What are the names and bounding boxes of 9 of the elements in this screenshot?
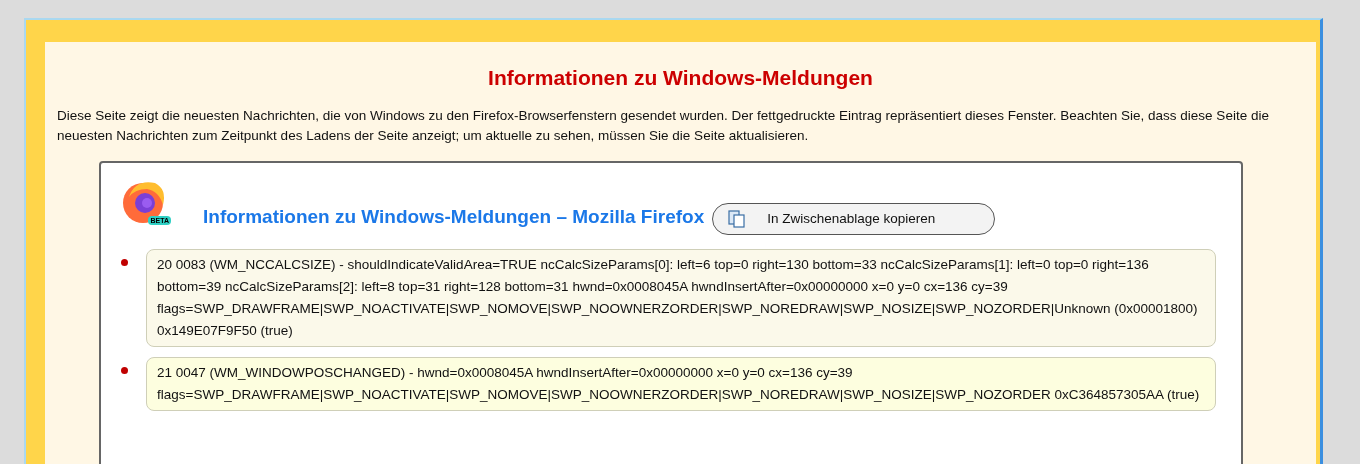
- copy-button[interactable]: In Zwischenablage kopieren: [712, 203, 996, 235]
- bullet-icon: [121, 367, 128, 374]
- bullet-icon: [121, 259, 128, 266]
- intro-paragraph: Diese Seite zeigt die neuesten Nachrichten, die von Windows zu den Firefox-Browserfenstern gesendet wurden. Der fettgedruckte Eintrag repräsentiert dieses Fenster. Beachten Sie, dass diese Seite die neuesten Nachrichten zum Zeitpunkt des Ladens der Seite anzeigt; um aktuelle zu sehen, müssen Sie die Seite aktualisieren.: [57, 107, 1270, 145]
- section-title: Informationen zu Windows-Meldungen – Mozilla Firefox: [203, 205, 705, 229]
- copy-icon: [727, 209, 748, 229]
- message-text: 21 0047 (WM_WINDOWPOSCHANGED) - hwnd=0x0008045A hwndInsertAfter=0x00000000 x=0 y=0 cx=136 cy=39 flags=SWP_DRAWFRAME|SWP_NOACTIVATE|SWP_NOMOVE|SWP_NOOWNERZORDER|SWP_NOREDRAW|SWP_NOSIZE|SWP_NOZORDER 0xC364857305AA (true): [157, 365, 1200, 402]
- message-text: 20 0083 (WM_NCCALCSIZE) - shouldIndicateValidArea=TRUE ncCalcSizeParams[0]: left=6 top=0 right=130 bottom=33 ncCalcSizeParams[1]: left=0 top=0 right=136 bottom=39 ncCalcSizeParams[2]: left=8 top=31 right=128 bottom=31 hwnd=0x0008045A hwndInsertAfter=0x00000000 x=0 y=0 cx=136 cy=39 flags=SWP_DRAWFRAME|SWP_NOACTIVATE|SWP_NOMOVE|SWP_NOOWNERZORDER|SWP_NOREDRAW|SWP_NOSIZE|SWP_NOZORDER|Unknown (0x00001800) 0x149E07F9F50 (true): [157, 257, 1198, 338]
- page-title: Informationen zu Windows-Meldungen: [487, 65, 874, 91]
